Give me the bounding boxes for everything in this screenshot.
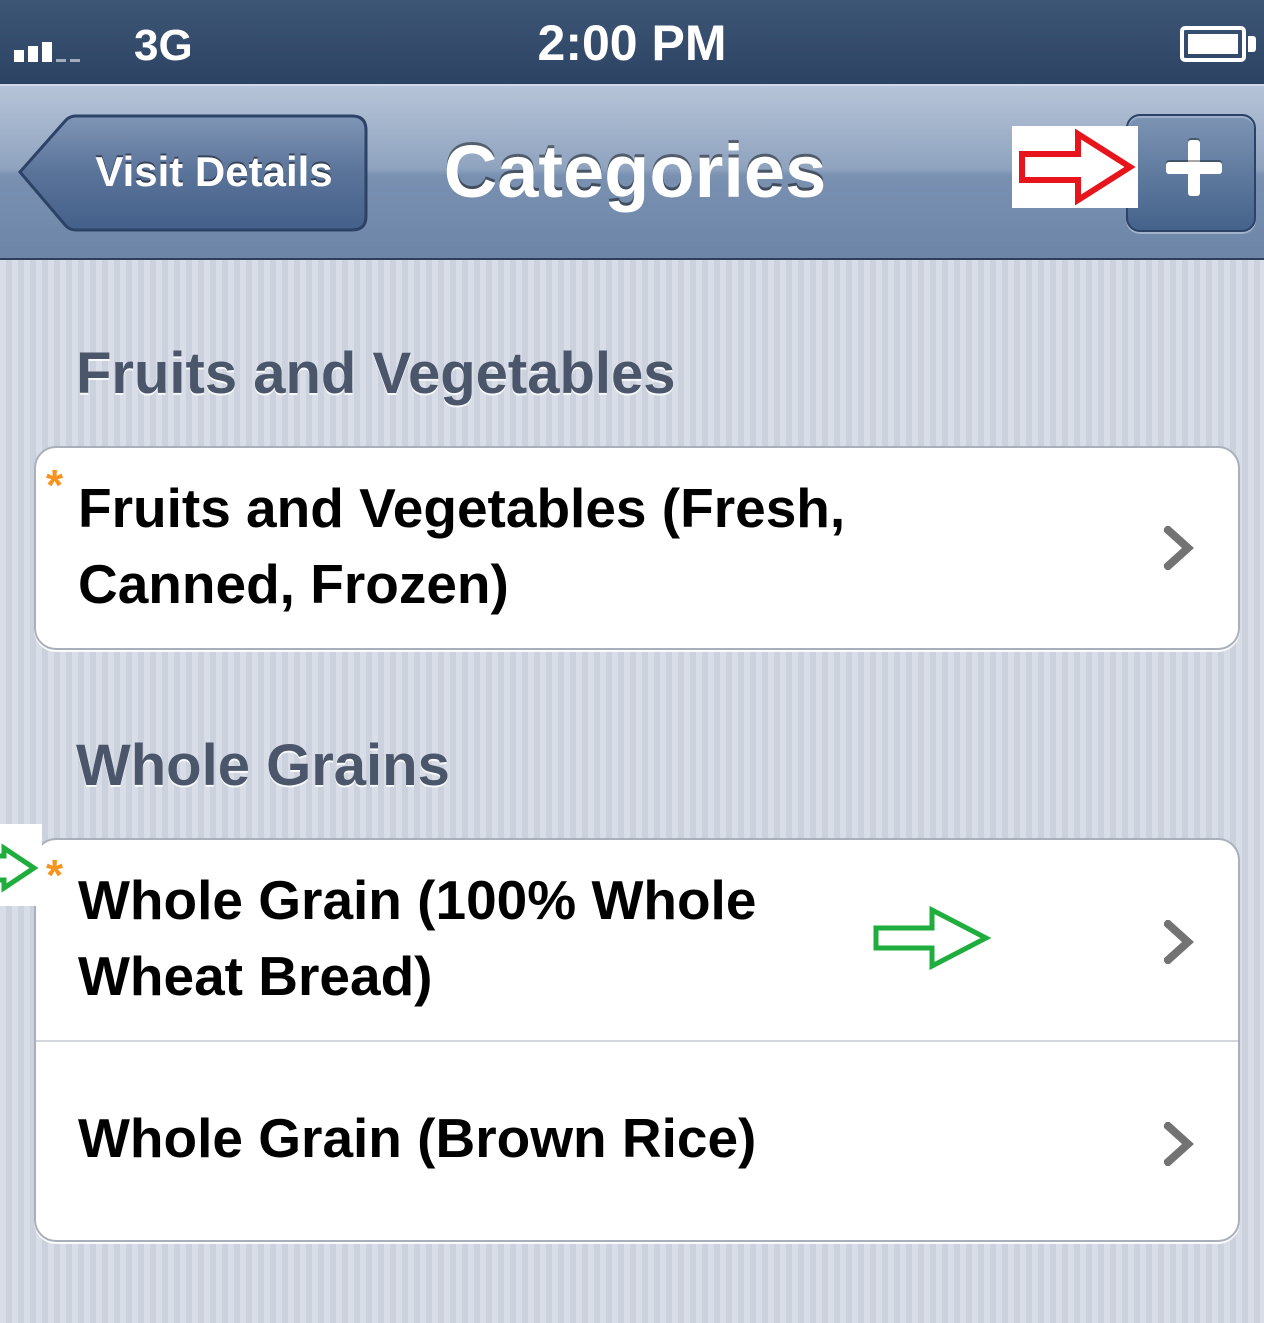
section-header-fruits-vegetables: Fruits and Vegetables <box>76 341 676 406</box>
chevron-right-icon <box>1164 526 1194 570</box>
chevron-right-icon <box>1164 920 1194 964</box>
page-title: Categories <box>443 130 827 213</box>
whole-grains-group: * Whole Grain (100% Whole Wheat Bread) W… <box>34 838 1240 1242</box>
fruits-vegetables-group: * Fruits and Vegetables (Fresh, Canned, … <box>34 446 1240 650</box>
row-label: Fruits and Vegetables (Fresh, Canned, Fr… <box>78 477 846 615</box>
back-button-label: Visit Details <box>95 148 333 195</box>
chevron-right-icon <box>1164 1122 1194 1166</box>
section-header-whole-grains: Whole Grains <box>76 733 450 798</box>
battery-icon <box>1180 26 1256 62</box>
list-item-whole-wheat-bread[interactable]: * Whole Grain (100% Whole Wheat Bread) <box>36 840 1238 1040</box>
annotation-arrow-green <box>870 902 994 974</box>
add-category-button[interactable] <box>1126 114 1256 232</box>
status-bar: 3G 2:00 PM <box>0 0 1264 84</box>
required-asterisk: * <box>46 851 64 900</box>
back-button[interactable]: Visit Details <box>16 114 368 232</box>
row-label: Whole Grain (Brown Rice) <box>78 1107 757 1169</box>
annotation-arrow-red <box>1012 126 1138 208</box>
required-asterisk: * <box>46 461 64 510</box>
list-item-brown-rice[interactable]: Whole Grain (Brown Rice) <box>36 1040 1238 1240</box>
list-item-fruits-vegetables[interactable]: * Fruits and Vegetables (Fresh, Canned, … <box>36 448 1238 648</box>
plus-icon <box>1166 140 1222 196</box>
status-time: 2:00 PM <box>537 15 727 71</box>
row-label: Whole Grain (100% Whole Wheat Bread) <box>78 869 757 1007</box>
annotation-arrow-green-left <box>0 824 42 906</box>
